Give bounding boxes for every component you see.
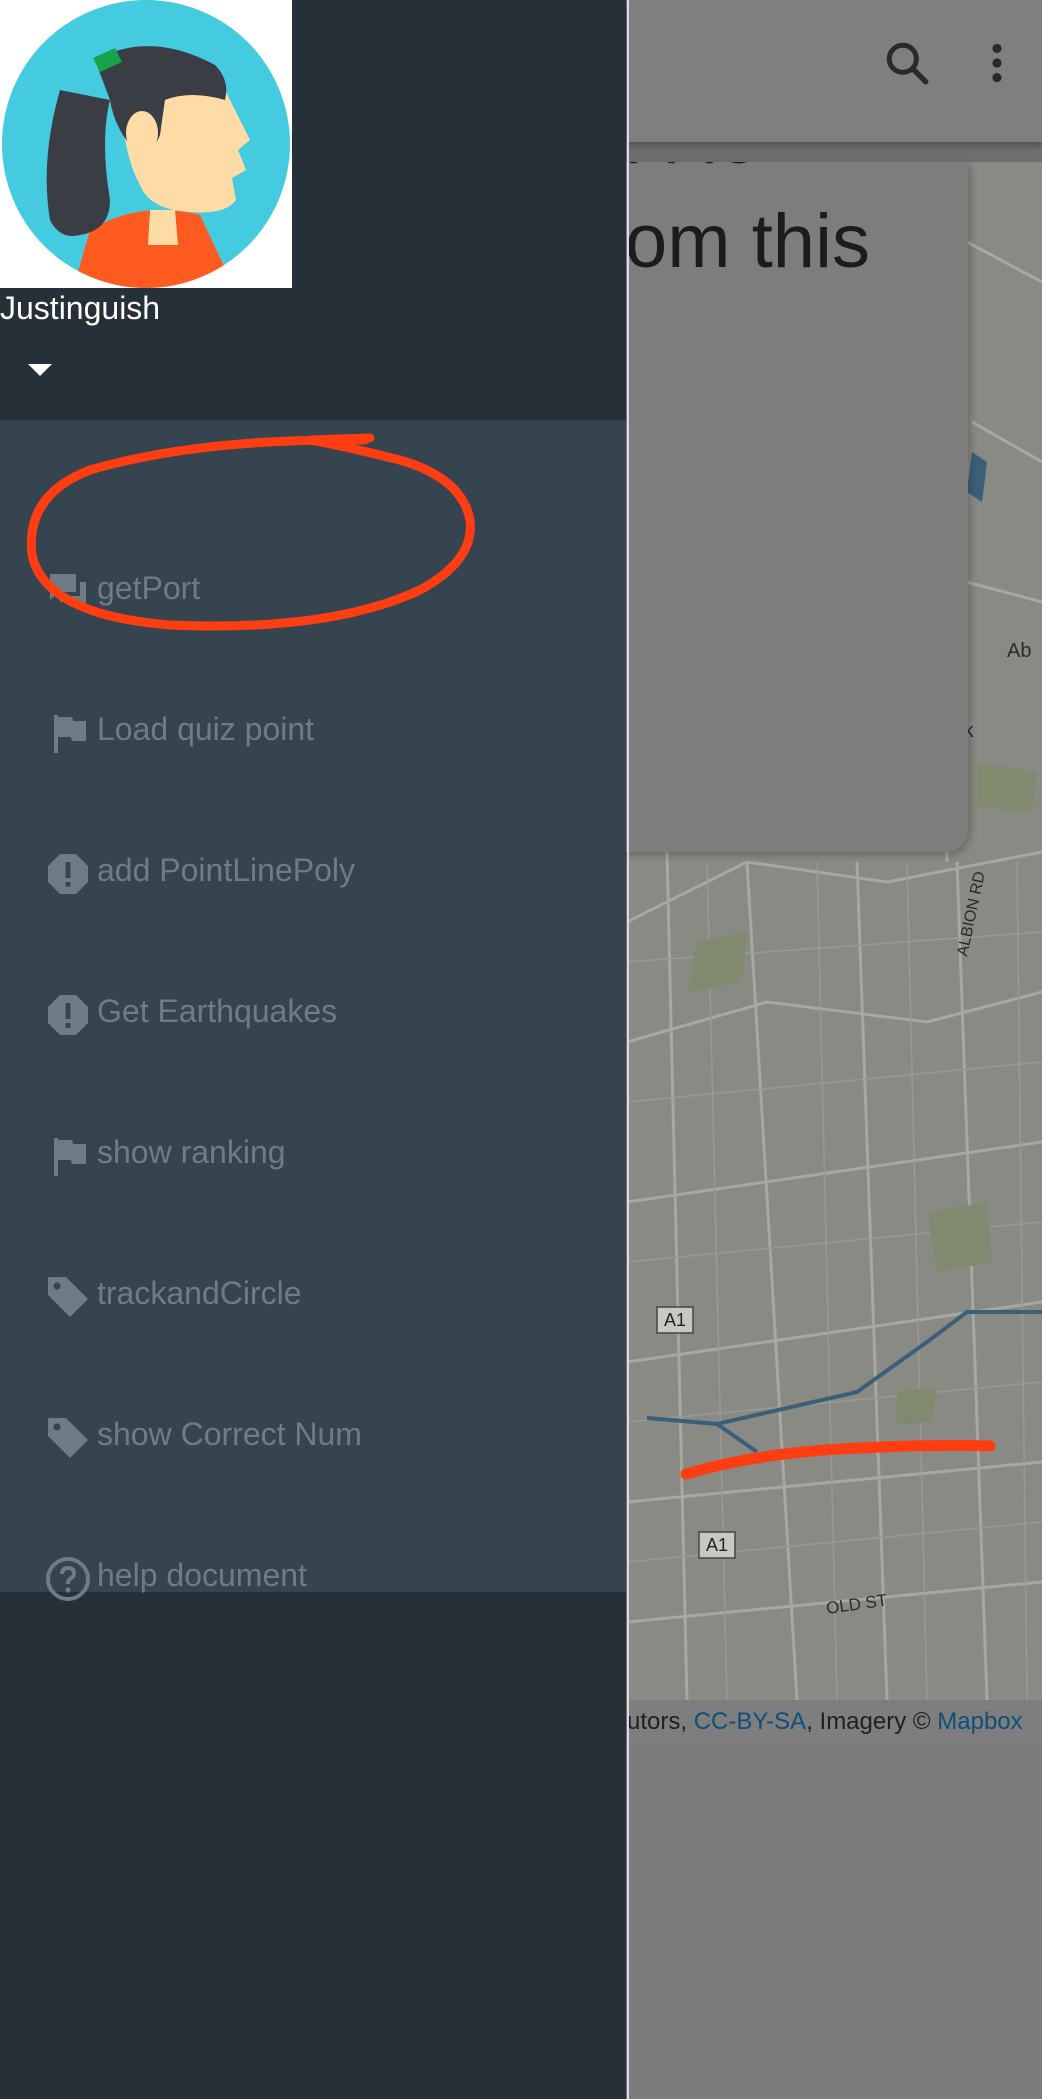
attribution-link-mapbox[interactable]: Mapbox: [937, 1708, 1022, 1735]
attribution-link-cc-by-sa[interactable]: CC-BY-SA: [694, 1708, 806, 1735]
help-circle-icon: [46, 1557, 90, 1601]
map-label-a1-bottom: A1: [698, 1531, 736, 1559]
more-vert-icon[interactable]: [972, 38, 1022, 88]
menu-item-label: add PointLinePoly: [97, 852, 355, 888]
avatar-illustration: [2, 0, 290, 288]
menu-item-show-correct-num[interactable]: show Correct Num: [0, 1378, 626, 1498]
tag-icon: [48, 1418, 88, 1458]
menu-item-label: trackandCircle: [97, 1275, 302, 1311]
navigation-drawer: Justinguish getPort Load quiz point add …: [0, 0, 626, 2099]
flag-icon: [54, 715, 86, 753]
svg-text:A1: A1: [706, 1535, 728, 1555]
menu-item-trackandcircle[interactable]: trackandCircle: [0, 1237, 626, 1357]
menu-item-label: help document: [97, 1557, 307, 1593]
menu-item-label: getPort: [97, 570, 201, 606]
account-dropdown-icon[interactable]: [28, 364, 52, 376]
flag-icon: [54, 1138, 86, 1176]
menu-item-label: show ranking: [97, 1134, 286, 1170]
menu-item-getport[interactable]: getPort: [0, 532, 626, 652]
menu-item-load-quiz-point[interactable]: Load quiz point: [0, 673, 626, 793]
map-attribution: utors, CC-BY-SA, Imagery © Mapbox: [627, 1700, 1042, 1744]
search-icon[interactable]: [882, 38, 932, 88]
menu-item-label: Get Earthquakes: [97, 993, 338, 1029]
map-label-a1-top: A1: [656, 1306, 694, 1334]
drawer-menu: getPort Load quiz point add PointLinePol…: [0, 420, 626, 1601]
alert-octagon-icon: [48, 995, 88, 1035]
card-text: om this: [625, 199, 870, 284]
account-username: Justinguish: [0, 290, 161, 326]
drawer-header: Justinguish: [0, 0, 626, 420]
alert-octagon-icon: [48, 854, 88, 894]
map-popup-card: i i io om this: [612, 162, 968, 852]
menu-item-show-ranking[interactable]: show ranking: [0, 1096, 626, 1216]
map-label-ab: Ab: [1007, 640, 1031, 662]
drawer-edge: [627, 0, 629, 2099]
attribution-middle: , Imagery ©: [806, 1708, 938, 1735]
app-toolbar: [627, 0, 1042, 142]
svg-text:A1: A1: [664, 1310, 686, 1330]
forum-icon: [50, 574, 86, 610]
menu-item-help-document[interactable]: help document: [0, 1519, 626, 1639]
menu-item-label: show Correct Num: [97, 1416, 362, 1452]
content-below-map: [627, 1744, 1042, 2099]
menu-item-get-earthquakes[interactable]: Get Earthquakes: [0, 955, 626, 1075]
menu-item-label: Load quiz point: [97, 711, 315, 747]
tag-icon: [48, 1277, 88, 1317]
attribution-prefix: utors,: [627, 1708, 694, 1735]
card-text-cut: i i io: [625, 162, 760, 181]
menu-item-add-pointlinepoly[interactable]: add PointLinePoly: [0, 814, 626, 934]
avatar[interactable]: [0, 0, 292, 288]
